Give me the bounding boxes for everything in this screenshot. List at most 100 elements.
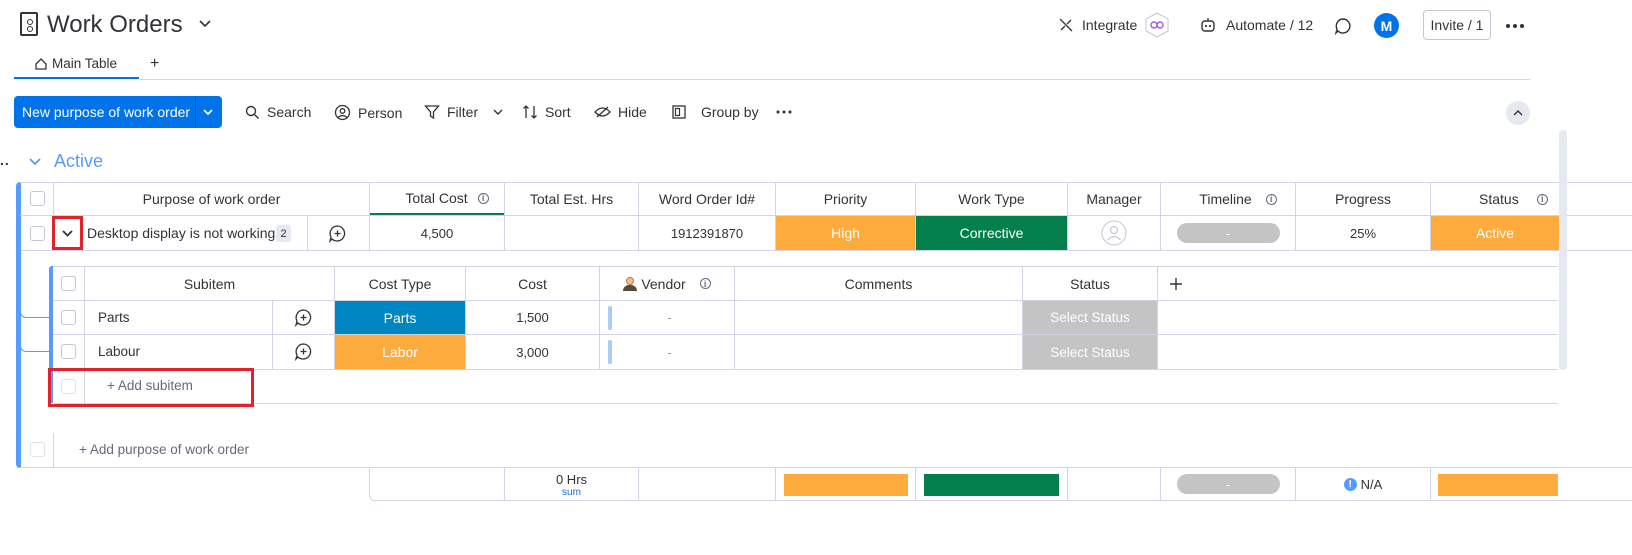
column-header-purpose[interactable]: Purpose of work order <box>54 183 369 215</box>
progress-summary[interactable]: ! N/A <box>1296 467 1430 501</box>
subitem-column-header-comments[interactable]: Comments <box>735 267 1022 300</box>
chevron-down-icon[interactable] <box>197 14 213 34</box>
comments-cell[interactable] <box>735 301 1022 334</box>
column-header-progress[interactable]: Progress <box>1296 183 1430 215</box>
total-est-hrs-cell[interactable] <box>505 216 638 250</box>
board-title[interactable]: Work Orders <box>47 10 183 40</box>
integrate-button[interactable]: Integrate <box>1082 17 1137 33</box>
priority-cell[interactable]: High <box>776 216 915 250</box>
person-icon <box>334 104 351 121</box>
add-update-icon[interactable] <box>327 223 347 243</box>
timeline-summary-pill: - <box>1176 474 1280 494</box>
subitem-col-divider <box>272 300 273 369</box>
group-title[interactable]: Active <box>54 151 103 172</box>
column-header-priority[interactable]: Priority <box>776 183 915 215</box>
person-filter-button[interactable]: Person <box>334 104 402 121</box>
tab-main-table[interactable]: Main Table <box>52 56 117 71</box>
vertical-scrollbar[interactable] <box>1559 130 1567 370</box>
column-header-timeline[interactable]: Timeline i <box>1161 183 1295 215</box>
group-by-icon <box>672 105 686 119</box>
vendor-cell[interactable]: - <box>612 301 727 334</box>
status-cell[interactable]: Active <box>1431 216 1559 250</box>
subitem-connector <box>20 250 50 318</box>
new-item-button[interactable]: New purpose of work order <box>14 96 222 128</box>
comments-cell[interactable] <box>735 335 1022 369</box>
work-order-id-cell[interactable]: 1912391870 <box>639 216 775 250</box>
priority-summary-bar[interactable] <box>784 474 908 496</box>
subitem-name[interactable]: Parts <box>98 310 130 325</box>
subitem-border <box>53 403 1558 404</box>
chevron-down-icon[interactable] <box>200 105 216 119</box>
integrate-icon[interactable] <box>1058 17 1074 33</box>
hrs-summary[interactable]: 0 Hrs sum <box>505 472 638 498</box>
column-header-manager[interactable]: Manager <box>1068 183 1160 215</box>
info-icon[interactable]: i <box>1265 193 1277 205</box>
vendor-cell[interactable]: - <box>612 335 727 369</box>
group-by-button[interactable]: Group by <box>672 104 759 120</box>
column-header-work-type[interactable]: Work Type <box>916 183 1067 215</box>
progress-cell[interactable]: 25% <box>1296 216 1430 250</box>
item-name[interactable]: Desktop display is not working <box>87 225 275 241</box>
subitem-column-header-cost[interactable]: Cost <box>466 267 599 300</box>
summary-divider <box>638 467 639 501</box>
cost-type-cell[interactable]: Labor <box>335 335 465 369</box>
hide-button[interactable]: Hide <box>594 104 647 120</box>
chevron-down-icon[interactable] <box>28 155 42 169</box>
subitem-count-badge[interactable]: 2 <box>276 225 291 242</box>
robot-icon[interactable] <box>1199 16 1217 34</box>
cost-type-cell[interactable]: Parts <box>335 301 465 334</box>
chat-bubble-icon[interactable] <box>1333 16 1353 36</box>
subitem-checkbox[interactable] <box>61 344 76 359</box>
total-cost-cell[interactable]: 4,500 <box>370 216 504 250</box>
chevron-down-icon <box>62 229 73 237</box>
subitem-column-header-cost-type[interactable]: Cost Type <box>335 267 465 300</box>
manager-cell[interactable] <box>1068 216 1160 250</box>
collapse-header-button[interactable] <box>1506 101 1530 125</box>
row-checkbox[interactable] <box>30 226 45 241</box>
new-item-divider <box>195 96 196 128</box>
subitem-column-header-name[interactable]: Subitem <box>85 267 334 300</box>
add-item-button[interactable]: + Add purpose of work order <box>79 442 249 457</box>
board-icon <box>20 12 38 36</box>
column-header-work-order-id[interactable]: Word Order Id# <box>639 183 775 215</box>
chevron-down-icon[interactable] <box>493 109 503 116</box>
info-icon[interactable]: i <box>699 278 711 289</box>
subitem-select-all-checkbox[interactable] <box>61 276 76 291</box>
column-header-total-est-hrs[interactable]: Total Est. Hrs <box>505 183 638 215</box>
sort-button[interactable]: Sort <box>522 104 571 120</box>
subitem-border <box>53 369 1558 370</box>
more-options-icon[interactable] <box>1503 16 1527 36</box>
summary-divider <box>1430 467 1431 501</box>
filter-button[interactable]: Filter <box>424 104 503 120</box>
timeline-summary[interactable]: - <box>1161 467 1295 501</box>
automate-button[interactable]: Automate / 12 <box>1226 17 1313 33</box>
info-icon[interactable]: i <box>1536 193 1548 205</box>
column-header-total-cost[interactable]: Total Cost i <box>370 183 504 213</box>
avatar[interactable]: M <box>1374 13 1399 38</box>
add-update-icon[interactable] <box>293 341 313 361</box>
expand-subitems-toggle[interactable] <box>52 216 83 250</box>
subitem-column-header-vendor[interactable]: Vendor i <box>600 267 734 300</box>
info-icon[interactable]: i <box>477 192 489 204</box>
select-all-checkbox[interactable] <box>30 191 45 206</box>
invite-button[interactable]: Invite / 1 <box>1423 10 1491 40</box>
subitem-name[interactable]: Labour <box>98 344 140 359</box>
add-update-icon[interactable] <box>293 307 313 327</box>
subitem-column-header-status[interactable]: Status <box>1023 267 1157 300</box>
add-view-button[interactable]: + <box>150 55 159 73</box>
timeline-cell[interactable]: - <box>1161 216 1295 250</box>
cost-cell[interactable]: 1,500 <box>466 301 599 334</box>
group-by-label: Group by <box>701 104 759 120</box>
work-type-summary-bar[interactable] <box>924 474 1059 496</box>
subitem-status-cell[interactable]: Select Status <box>1023 335 1157 369</box>
work-type-cell[interactable]: Corrective <box>916 216 1067 250</box>
group-menu-dots[interactable]: .. <box>0 152 10 168</box>
column-header-status[interactable]: Status i <box>1431 183 1632 215</box>
add-column-icon[interactable] <box>1167 275 1185 293</box>
status-summary-bar[interactable] <box>1438 474 1558 496</box>
subitem-status-cell[interactable]: Select Status <box>1023 301 1157 334</box>
cost-cell[interactable]: 3,000 <box>466 335 599 369</box>
more-options-icon[interactable] <box>774 106 794 118</box>
subitem-checkbox[interactable] <box>61 310 76 325</box>
search-button[interactable]: Search <box>245 104 311 120</box>
